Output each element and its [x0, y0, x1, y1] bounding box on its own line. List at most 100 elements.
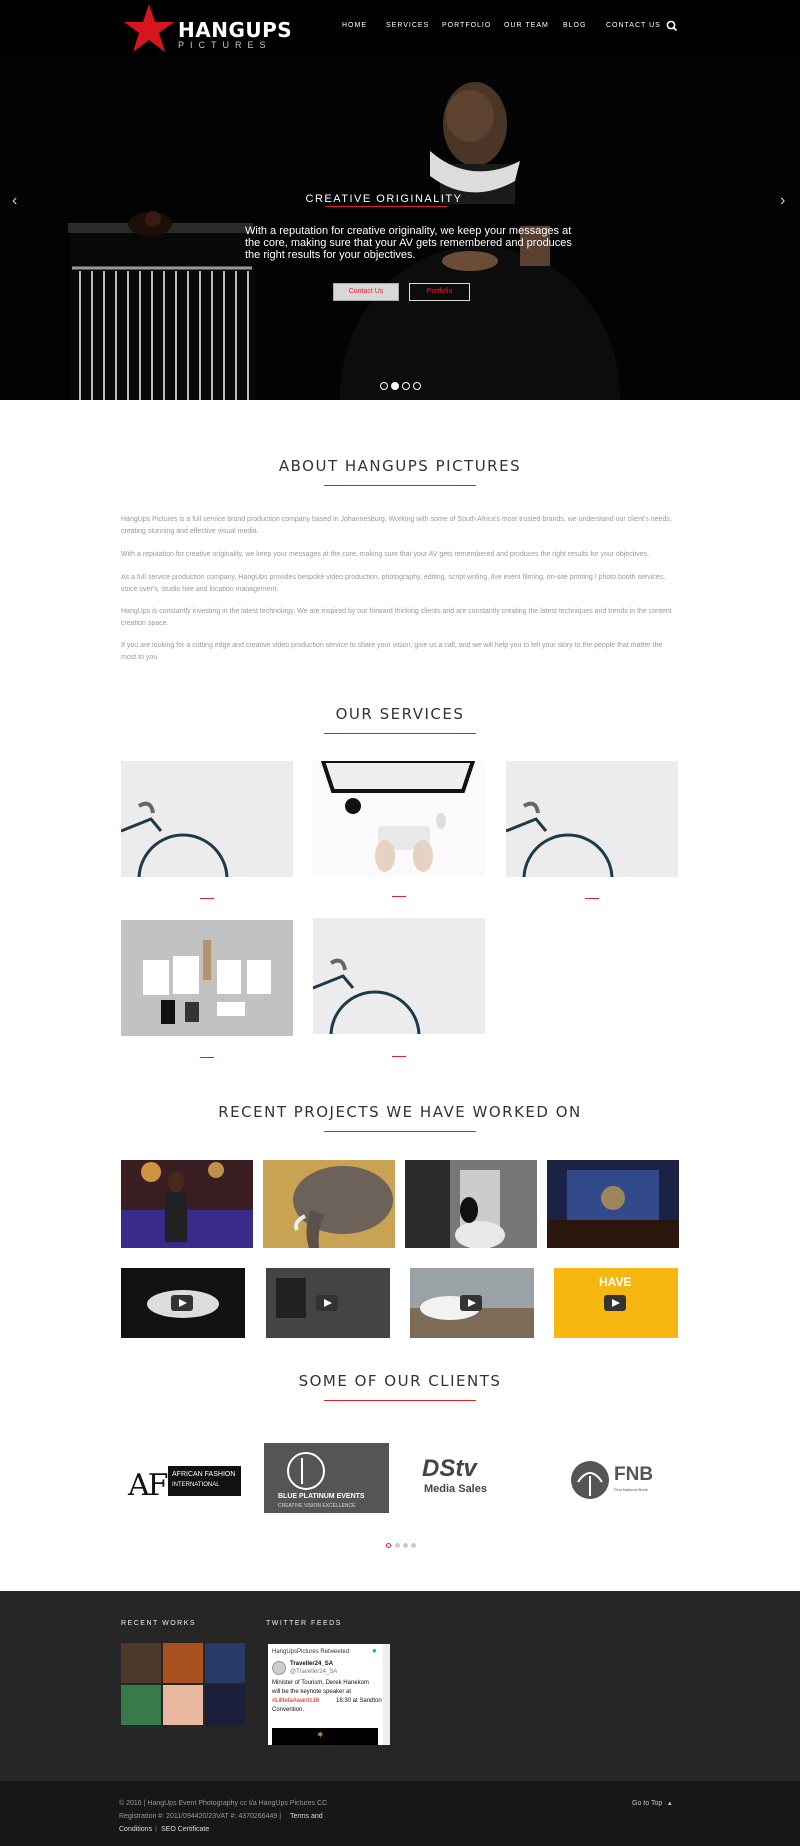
about-title: ABOUT HANGUPS PICTURES [278, 457, 522, 475]
caret-up-icon[interactable]: ▴ [668, 1797, 672, 1810]
recent-work-thumb-5[interactable] [163, 1685, 203, 1725]
hero-description: With a reputation for creative originali… [245, 225, 572, 261]
tweet-media-image[interactable]: ✶ [272, 1728, 378, 1745]
video-thumb-car-1[interactable] [121, 1268, 245, 1338]
hero-title-underline [325, 206, 447, 207]
copyright-text: © 2016 | HangUps Event Photography cc t/… [119, 1800, 328, 1807]
slider-next-arrow-icon[interactable]: › [780, 192, 785, 210]
twitter-scrollbar[interactable] [383, 1644, 390, 1745]
fnb-sub: First National Bank [614, 1487, 648, 1492]
recent-works-heading: RECENT WORKS [121, 1620, 197, 1627]
tweet-text-line-4: Convention. [272, 1707, 305, 1713]
service-card-5-image[interactable] [313, 918, 485, 1034]
go-to-top-link[interactable]: Go to Top [632, 1797, 662, 1810]
tweet-user-name[interactable]: Traveller24_SA [290, 1661, 333, 1667]
about-title-underline [324, 485, 476, 486]
slider-prev-arrow-icon[interactable]: ‹ [12, 192, 17, 210]
nav-services[interactable]: SERVICES [386, 22, 429, 29]
tweet-avatar[interactable] [272, 1661, 286, 1675]
service-card-4-underline [200, 1057, 214, 1058]
slider-dot-1[interactable] [380, 382, 388, 390]
client-logo-blue-platinum[interactable]: BLUE PLATINUM EVENTS CREATIVE VISION EXC… [264, 1443, 389, 1513]
video-thumb-car-2[interactable] [410, 1268, 534, 1338]
services-title: OUR SERVICES [335, 705, 465, 723]
project-thumb-bw-person[interactable] [405, 1160, 537, 1248]
logo-star-icon[interactable] [122, 2, 176, 56]
recent-work-thumb-6[interactable] [205, 1685, 245, 1725]
twitter-feeds-heading: TWITTER FEEDS [266, 1620, 342, 1627]
divider-text: | [155, 1826, 157, 1833]
clients-dot-1-active[interactable] [386, 1543, 391, 1548]
projects-title: RECENT PROJECTS WE HAVE WORKED ON [218, 1103, 582, 1121]
tweet-media-star-icon: ✶ [316, 1730, 325, 1741]
clients-dot-4[interactable] [411, 1543, 416, 1548]
twitter-widget: HangUpsPictures Retweeted ● Traveller24_… [268, 1644, 390, 1745]
contact-us-button[interactable]: Contact Us [333, 283, 399, 301]
nav-portfolio[interactable]: PORTFOLIO [442, 22, 491, 29]
fnb-tree-icon [571, 1461, 609, 1499]
terms-link[interactable]: Terms and [290, 1810, 323, 1823]
service-card-3-image[interactable] [506, 761, 678, 877]
conditions-link[interactable]: Conditions [119, 1823, 152, 1836]
project-thumb-elephant[interactable] [263, 1160, 395, 1248]
service-card-3-underline [585, 898, 599, 899]
nav-blog[interactable]: BLOG [563, 22, 586, 29]
about-paragraph-3: As a full service production company, Ha… [121, 574, 666, 593]
recent-work-thumb-3[interactable] [205, 1643, 245, 1683]
about-paragraph-1: HangUps Pictures is a full service brand… [121, 516, 672, 535]
portfolio-button[interactable]: Portfolio [409, 283, 470, 301]
project-thumb-lagos-stage[interactable] [547, 1160, 679, 1248]
tweet-text-line-2: will be the keynote speaker at [272, 1689, 352, 1695]
hero-title: CREATIVE ORIGINALITY [305, 193, 463, 205]
slider-dot-2-active[interactable] [391, 382, 399, 390]
clients-dot-2[interactable] [395, 1543, 400, 1548]
clients-title-underline [324, 1400, 476, 1401]
nav-our-team[interactable]: OUR TEAM [504, 22, 549, 29]
slider-dot-3[interactable] [402, 382, 410, 390]
tweet-text-line-1: Minister of Tourism, Derek Hanekom [272, 1680, 369, 1686]
recent-work-thumb-2[interactable] [163, 1643, 203, 1683]
tweet-text-line-3: 16:30 at Sandton [336, 1698, 382, 1704]
top-navbar: HANGUPS PICTURES HOME SERVICES PORTFOLIO… [0, 0, 800, 56]
seo-certificate-link[interactable]: SEO Certificate [161, 1823, 209, 1836]
about-paragraph-4: HangUps is constantly investing in the l… [121, 608, 672, 627]
hero-slider: CREATIVE ORIGINALITY With a reputation f… [0, 56, 800, 400]
recent-work-thumb-4[interactable] [121, 1685, 161, 1725]
service-card-1-image[interactable] [121, 761, 293, 877]
nav-contact-us[interactable]: CONTACT US [606, 22, 661, 29]
tweet-hashtag[interactable]: #LiliteIaAwards16 [272, 1698, 319, 1704]
client-logo-african-fashion[interactable]: AFI AFRICAN FASHION INTERNATIONAL [128, 1444, 243, 1514]
clients-title: SOME OF OUR CLIENTS [298, 1372, 502, 1390]
about-paragraph-2: With a reputation for creative originali… [121, 551, 650, 558]
nav-home[interactable]: HOME [342, 22, 367, 29]
svg-text:HAVE: HAVE [599, 1275, 631, 1289]
tweet-retweeted-label: HangUpsPictures Retweeted [272, 1649, 350, 1655]
project-thumb-presenter[interactable] [121, 1160, 253, 1248]
dstv-sub: Media Sales [424, 1483, 487, 1495]
recent-work-thumb-1[interactable] [121, 1643, 161, 1683]
fnb-wordmark: FNB [614, 1464, 654, 1485]
service-card-2-image[interactable] [313, 761, 485, 877]
client-logo-dstv[interactable]: DStv Media Sales [422, 1455, 522, 1525]
video-thumb-power[interactable]: HAVE [554, 1268, 678, 1338]
video-thumb-security[interactable] [266, 1268, 390, 1338]
service-card-5-underline [392, 1056, 406, 1057]
registration-text: Registration #: 2011/094420/23VAT #: 437… [119, 1813, 282, 1820]
search-icon[interactable] [665, 19, 679, 33]
blue-platinum-sub: CREATIVE VISION EXCELLENCE [278, 1503, 356, 1509]
projects-title-underline [324, 1131, 476, 1132]
slider-dot-4[interactable] [413, 382, 421, 390]
tweet-user-handle[interactable]: @Traveller24_SA [290, 1669, 337, 1675]
service-card-2-underline [392, 896, 406, 897]
about-paragraph-5: If you are looking for a cutting edge an… [121, 642, 663, 661]
client-logo-fnb[interactable]: FNB First National Bank [570, 1460, 670, 1530]
logo-subtext: PICTURES [178, 40, 272, 50]
twitter-bird-icon: ● [372, 1646, 377, 1655]
service-card-4-image[interactable] [121, 920, 293, 1036]
services-title-underline [324, 733, 476, 734]
aft-text-block: AFRICAN FASHION INTERNATIONAL [168, 1466, 241, 1496]
logo-text[interactable]: HANGUPS [178, 20, 292, 40]
clients-dot-3[interactable] [403, 1543, 408, 1548]
dstv-wordmark: DStv [422, 1455, 477, 1482]
recent-works-grid [121, 1643, 245, 1725]
